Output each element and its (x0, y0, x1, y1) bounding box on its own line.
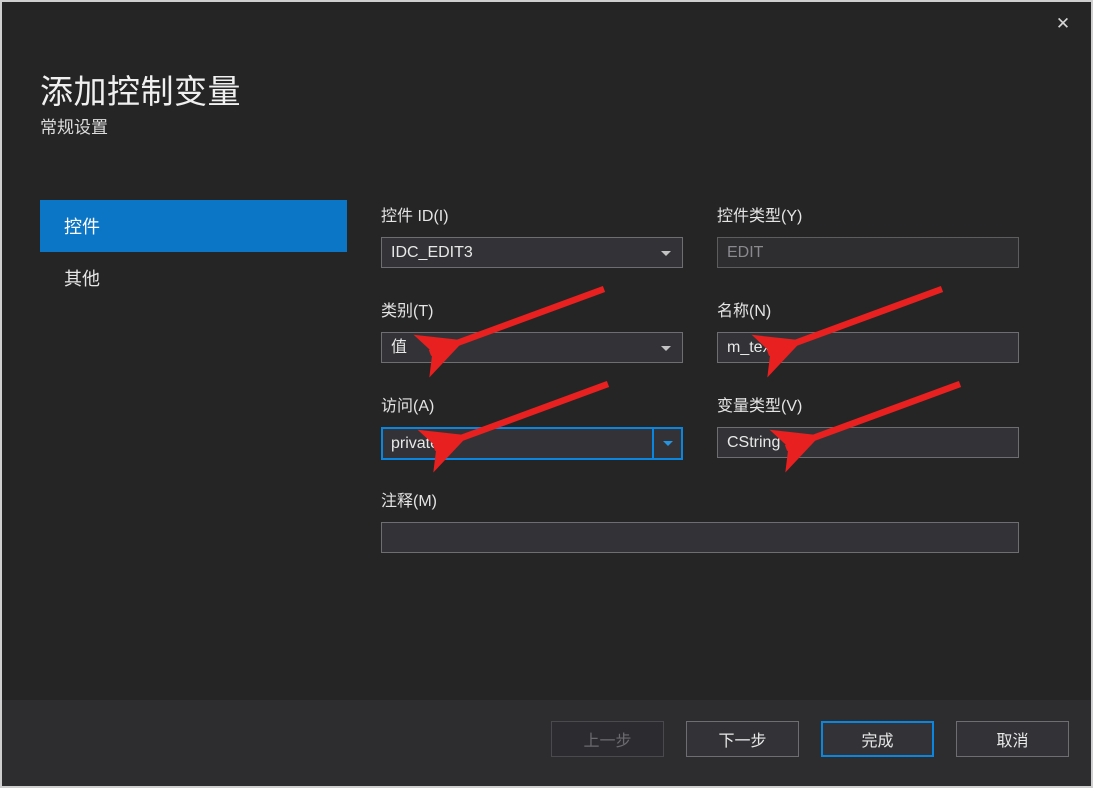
category-combobox[interactable]: 值 (381, 332, 683, 363)
finish-button[interactable]: 完成 (821, 721, 934, 757)
dialog-header: 添加控制变量 常规设置 (40, 72, 640, 140)
sidebar: 控件 其他 (40, 200, 347, 304)
access-label: 访问(A) (381, 398, 435, 415)
control-id-combobox[interactable]: IDC_EDIT3 (381, 237, 683, 268)
finish-button-label: 完成 (861, 733, 894, 750)
settings-form: 控件 ID(I) IDC_EDIT3 控件类型(Y) EDIT 类别(T) 值 (381, 207, 1019, 587)
back-button-label: 上一步 (583, 733, 632, 750)
access-dropdown-button[interactable] (652, 429, 681, 458)
field-variable-type: 变量类型(V) CString (717, 397, 1019, 458)
comment-input[interactable] (381, 522, 1019, 553)
form-row: 注释(M) (381, 492, 1019, 587)
cancel-button[interactable]: 取消 (956, 721, 1069, 757)
name-label: 名称(N) (717, 303, 772, 320)
access-value: private (391, 435, 440, 452)
control-type-label: 控件类型(Y) (717, 208, 803, 225)
dialog-footer: 上一步 下一步 完成 取消 (2, 700, 1091, 786)
close-button[interactable]: ✕ (1041, 6, 1085, 42)
control-type-value: EDIT (727, 244, 764, 261)
page-subtitle: 常规设置 (40, 118, 108, 137)
page-title: 添加控制变量 (40, 73, 241, 110)
control-id-label: 控件 ID(I) (381, 208, 449, 225)
form-row: 访问(A) private 变量类型(V) CString (381, 397, 1019, 492)
footer-button-group: 上一步 下一步 完成 取消 (551, 721, 1069, 757)
cancel-button-label: 取消 (996, 733, 1029, 750)
chevron-down-icon[interactable] (661, 345, 671, 351)
control-id-value: IDC_EDIT3 (391, 244, 473, 261)
sidebar-item-label: 其他 (64, 269, 100, 289)
title-bar: ✕ (2, 2, 1091, 50)
add-control-variable-dialog: ✕ 添加控制变量 常规设置 控件 其他 控件 ID(I) IDC_EDIT3 控… (0, 0, 1093, 788)
chevron-down-icon (662, 441, 673, 446)
field-control-type: 控件类型(Y) EDIT (717, 207, 1019, 268)
category-value: 值 (391, 339, 408, 356)
sidebar-item-controls[interactable]: 控件 (40, 200, 347, 252)
access-combobox[interactable]: private (381, 427, 683, 460)
name-input[interactable]: m_text (717, 332, 1019, 363)
field-name: 名称(N) m_text (717, 302, 1019, 363)
variable-type-combobox[interactable]: CString (717, 427, 1019, 458)
sidebar-item-label: 控件 (64, 217, 100, 237)
name-value: m_text (727, 339, 776, 356)
next-button[interactable]: 下一步 (686, 721, 799, 757)
back-button[interactable]: 上一步 (551, 721, 664, 757)
field-control-id: 控件 ID(I) IDC_EDIT3 (381, 207, 683, 268)
close-icon: ✕ (1055, 13, 1071, 34)
control-type-input: EDIT (717, 237, 1019, 268)
variable-type-label: 变量类型(V) (717, 398, 803, 415)
variable-type-value: CString (727, 434, 781, 451)
category-label: 类别(T) (381, 303, 434, 320)
field-category: 类别(T) 值 (381, 302, 683, 363)
form-row: 控件 ID(I) IDC_EDIT3 控件类型(Y) EDIT (381, 207, 1019, 302)
chevron-down-icon[interactable] (661, 250, 671, 256)
field-comment: 注释(M) (381, 492, 1019, 553)
next-button-label: 下一步 (718, 733, 767, 750)
comment-label: 注释(M) (381, 493, 437, 510)
field-access: 访问(A) private (381, 397, 683, 460)
sidebar-item-other[interactable]: 其他 (40, 252, 347, 304)
form-row: 类别(T) 值 名称(N) m_text (381, 302, 1019, 397)
